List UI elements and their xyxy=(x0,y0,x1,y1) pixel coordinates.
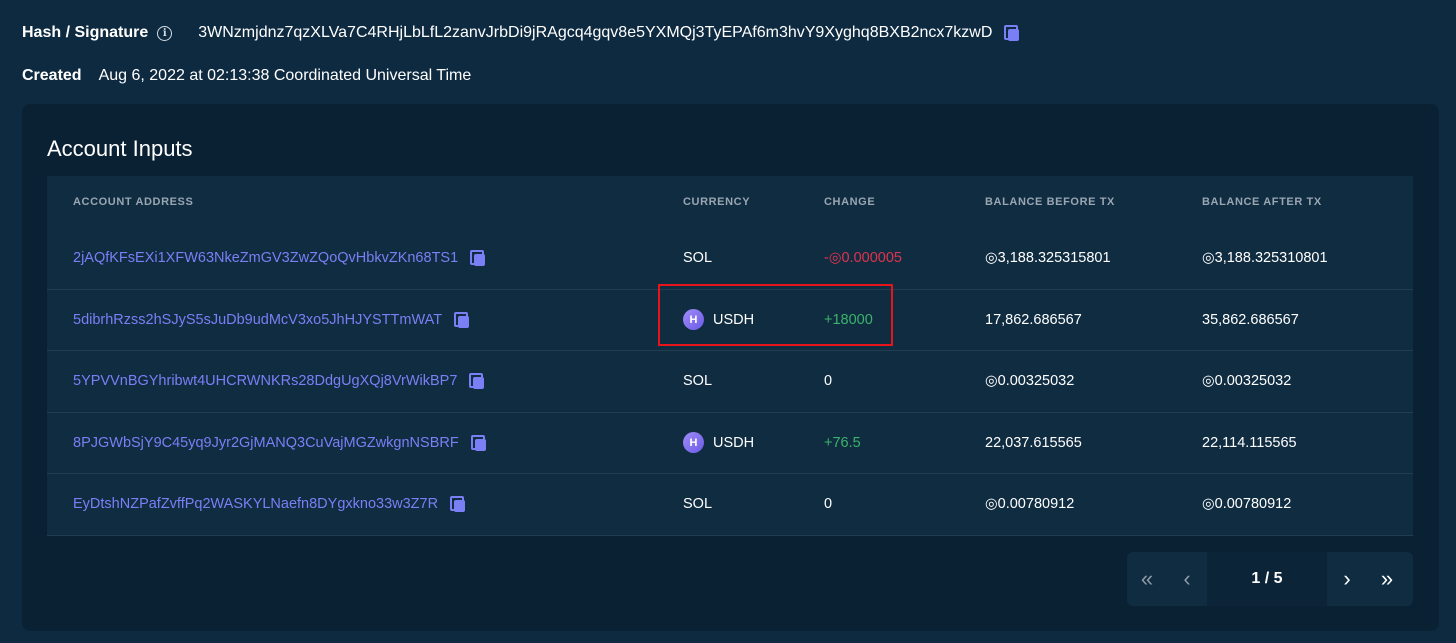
copy-icon[interactable] xyxy=(470,250,486,267)
change-cell: +76.5 xyxy=(824,434,861,451)
address-cell: 8PJGWbSjY9C45yq9Jyr2GjMANQ3CuVajMGZwkgnN… xyxy=(47,434,683,451)
account-inputs-card: Account Inputs ACCOUNT ADDRESS CURRENCY … xyxy=(22,104,1439,631)
column-header-balance-after: BALANCE AFTER TX xyxy=(1202,196,1322,208)
info-icon[interactable]: i xyxy=(157,25,173,41)
account-address-link[interactable]: 2jAQfKFsEXi1XFW63NkeZmGV3ZwZQoQvHbkvZKn6… xyxy=(73,250,458,266)
column-header-change: CHANGE xyxy=(824,196,876,208)
balance-before-cell: ◎0.00325032 xyxy=(985,373,1075,390)
card-title: Account Inputs xyxy=(47,136,193,161)
table-row: 2jAQfKFsEXi1XFW63NkeZmGV3ZwZQoQvHbkvZKn6… xyxy=(47,228,1413,290)
balance-after-cell: ◎3,188.325310801 xyxy=(1202,250,1328,267)
page-indicator: 1 / 5 xyxy=(1207,552,1327,606)
table-header: ACCOUNT ADDRESS CURRENCY CHANGE BALANCE … xyxy=(47,176,1413,228)
usdh-token-icon: H xyxy=(683,309,704,331)
balance-after-cell: ◎0.00780912 xyxy=(1202,496,1292,513)
usdh-token-icon: H xyxy=(683,432,704,454)
currency-cell: SOL xyxy=(683,250,713,267)
balance-before-cell: 22,037.615565 xyxy=(985,434,1082,451)
change-cell: +18000 xyxy=(824,311,873,328)
balance-before-cell: ◎0.00780912 xyxy=(985,496,1075,513)
address-cell: 2jAQfKFsEXi1XFW63NkeZmGV3ZwZQoQvHbkvZKn6… xyxy=(47,250,683,267)
change-cell: -◎0.000005 xyxy=(824,250,902,267)
column-header-balance-before: BALANCE BEFORE TX xyxy=(985,196,1115,208)
account-address-link[interactable]: 8PJGWbSjY9C45yq9Jyr2GjMANQ3CuVajMGZwkgnN… xyxy=(73,435,459,451)
copy-icon[interactable] xyxy=(450,496,466,513)
account-address-link[interactable]: 5YPVVnBGYhribwt4UHCRWNKRs28DdgUgXQj8VrWi… xyxy=(73,373,457,389)
account-address-link[interactable]: 5dibrhRzss2hSJyS5sJuDb9udMcV3xo5JhHJYSTT… xyxy=(73,312,442,328)
copy-icon[interactable] xyxy=(1004,25,1020,41)
column-header-address: ACCOUNT ADDRESS xyxy=(73,196,194,208)
address-cell: 5dibrhRzss2hSJyS5sJuDb9udMcV3xo5JhHJYSTT… xyxy=(47,311,683,328)
copy-icon[interactable] xyxy=(469,373,485,390)
balance-after-cell: 35,862.686567 xyxy=(1202,311,1299,328)
table-row: 5dibrhRzss2hSJyS5sJuDb9udMcV3xo5JhHJYSTT… xyxy=(47,289,1413,351)
pagination: « ‹ 1 / 5 › » xyxy=(1127,552,1413,606)
currency-cell: H USDH xyxy=(683,432,824,454)
address-cell: 5YPVVnBGYhribwt4UHCRWNKRs28DdgUgXQj8VrWi… xyxy=(47,373,683,390)
balance-after-cell: ◎0.00325032 xyxy=(1202,373,1292,390)
change-cell: 0 xyxy=(824,496,833,513)
account-address-link[interactable]: EyDtshNZPafZvffPq2WASKYLNaefn8DYgxkno33w… xyxy=(73,496,438,512)
currency-cell: H USDH xyxy=(683,309,824,331)
table-row: EyDtshNZPafZvffPq2WASKYLNaefn8DYgxkno33w… xyxy=(47,474,1413,536)
account-inputs-table: ACCOUNT ADDRESS CURRENCY CHANGE BALANCE … xyxy=(47,176,1413,536)
next-page-button[interactable]: › xyxy=(1327,552,1367,606)
change-cell: 0 xyxy=(824,373,833,390)
column-header-currency: CURRENCY xyxy=(683,196,751,208)
hash-row: Hash / Signature i 3WNzmjdnz7qzXLVa7C4RH… xyxy=(22,24,1020,42)
balance-before-cell: 17,862.686567 xyxy=(985,311,1082,328)
currency-cell: SOL xyxy=(683,496,713,513)
balance-after-cell: 22,114.115565 xyxy=(1202,434,1297,451)
address-cell: EyDtshNZPafZvffPq2WASKYLNaefn8DYgxkno33w… xyxy=(47,496,683,513)
copy-icon[interactable] xyxy=(470,434,487,451)
first-page-button[interactable]: « xyxy=(1127,552,1167,606)
created-label: Created xyxy=(22,67,82,84)
table-row: 8PJGWbSjY9C45yq9Jyr2GjMANQ3CuVajMGZwkgnN… xyxy=(47,412,1413,474)
created-row: Created Aug 6, 2022 at 02:13:38 Coordina… xyxy=(22,67,471,85)
hash-value: 3WNzmjdnz7qzXLVa7C4RHjLbLfL2zanvJrbDi9jR… xyxy=(198,24,993,41)
last-page-button[interactable]: » xyxy=(1367,552,1407,606)
prev-page-button[interactable]: ‹ xyxy=(1167,552,1207,606)
hash-label: Hash / Signature xyxy=(22,24,149,41)
currency-cell: SOL xyxy=(683,373,713,390)
currency-label: USDH xyxy=(713,311,755,328)
created-value: Aug 6, 2022 at 02:13:38 Coordinated Univ… xyxy=(98,67,472,84)
balance-before-cell: ◎3,188.325315801 xyxy=(985,250,1111,267)
copy-icon[interactable] xyxy=(454,311,470,328)
currency-label: USDH xyxy=(713,434,755,451)
table-row: 5YPVVnBGYhribwt4UHCRWNKRs28DdgUgXQj8VrWi… xyxy=(47,351,1413,413)
